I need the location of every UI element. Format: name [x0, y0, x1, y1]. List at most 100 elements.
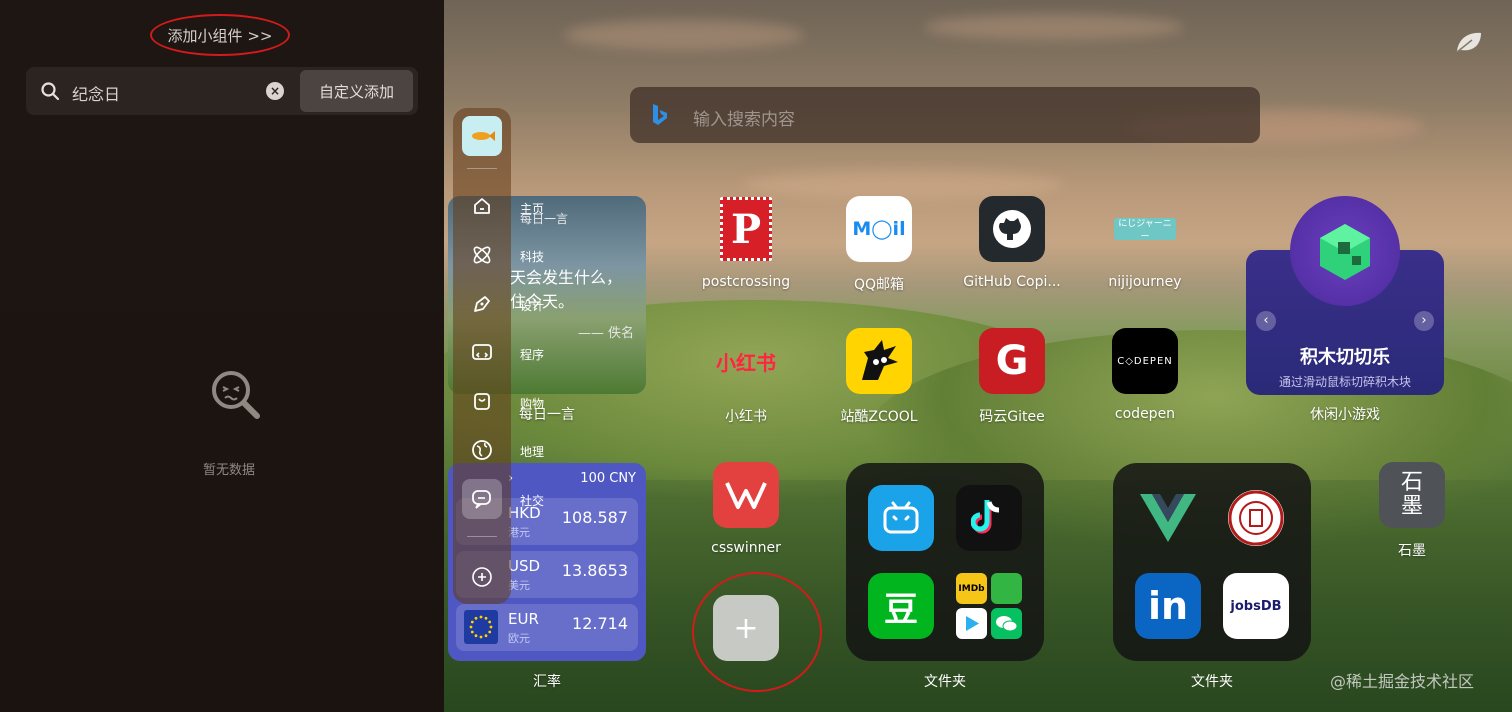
nav-label-design[interactable]: 设计	[520, 297, 544, 314]
eu-flag-icon	[464, 610, 498, 644]
app-label: 小红书	[725, 409, 767, 425]
add-widget-link[interactable]: 添加小组件 >>	[150, 14, 290, 56]
nav-label-tech[interactable]: 科技	[520, 248, 544, 265]
leaf-icon[interactable]	[1454, 29, 1484, 55]
nijijourney-glyph: にじジャーニー	[1114, 218, 1176, 242]
shimo-icon: 石 墨	[1379, 462, 1445, 528]
csswinner-icon	[713, 462, 779, 528]
nav-label-home[interactable]: 主页	[520, 200, 544, 217]
fx-base: 100 CNY	[580, 471, 636, 486]
game-caption: 休闲小游戏	[1290, 404, 1400, 424]
app-label: csswinner	[711, 540, 781, 556]
pen-icon	[474, 296, 490, 312]
nav-item-design[interactable]	[462, 284, 502, 324]
game-title: 积木切切乐	[1300, 347, 1390, 368]
fish-icon	[472, 131, 495, 141]
nav-label-social[interactable]: 社交	[520, 492, 544, 509]
highlight-circle	[692, 572, 822, 692]
avatar[interactable]	[462, 116, 502, 156]
home-icon	[474, 198, 490, 214]
app-label: nijijourney	[1108, 274, 1182, 290]
widget-panel: 添加小组件 >> 纪念日 × 自定义添加 暂无数据	[0, 0, 444, 712]
game-subtitle: 通过滑动鼠标切碎积木块	[1278, 375, 1411, 389]
nijijourney-icon: にじジャーニー	[1112, 196, 1178, 262]
app-csswinner[interactable]: csswinner	[691, 462, 801, 556]
nav-label-geo[interactable]: 地理	[520, 443, 544, 460]
nav-label-code[interactable]: 程序	[520, 346, 544, 363]
widget-search-input[interactable]: 纪念日	[72, 81, 120, 105]
postcrossing-icon: P	[713, 196, 779, 262]
folder-label: 文件夹	[1191, 674, 1233, 690]
zcool-icon	[846, 328, 912, 394]
main-search-bar[interactable]: 输入搜索内容	[630, 87, 1260, 143]
tiktok-icon	[956, 485, 1022, 551]
nav-item-shopping[interactable]	[462, 381, 502, 421]
empty-search-icon	[212, 371, 260, 419]
fx-name: 港元	[508, 526, 530, 539]
imdb-icon: IMDb	[956, 573, 987, 604]
category-nav	[453, 108, 511, 604]
search-icon	[41, 82, 60, 101]
nav-add-button[interactable]	[462, 557, 502, 597]
app-label: 站酷ZCOOL	[840, 409, 918, 425]
iqiyi-icon	[991, 573, 1022, 604]
app-xiaohongshu[interactable]: 小红书 小红书	[691, 328, 801, 426]
fx-header: › 100 CNY	[508, 471, 636, 486]
nav-item-code[interactable]	[462, 333, 502, 373]
quote-author: —— 佚名	[577, 326, 634, 341]
app-github-copilot[interactable]: GitHub Copi...	[957, 196, 1067, 290]
folder-label: 文件夹	[924, 674, 966, 690]
xiaohongshu-icon: 小红书	[716, 350, 776, 375]
nav-item-geo[interactable]	[462, 430, 502, 470]
nav-item-home[interactable]	[462, 186, 502, 226]
folder-dev[interactable]: in jobsDB	[1113, 463, 1311, 661]
tencent-video-icon	[956, 608, 987, 639]
cube-icon	[1290, 196, 1400, 306]
highlight-circle	[150, 14, 290, 56]
app-label: QQ邮箱	[853, 277, 905, 293]
qqmail-icon: M◯il	[846, 196, 912, 262]
nav-label-shopping[interactable]: 购物	[520, 395, 544, 412]
fx-label: 汇率	[533, 674, 561, 690]
game-next-button[interactable]: ›	[1414, 311, 1434, 331]
plus-circle-icon	[472, 567, 492, 587]
bilibili-icon	[868, 485, 934, 551]
linkedin-icon: in	[1135, 573, 1201, 639]
custom-add-button[interactable]: 自定义添加	[300, 70, 413, 112]
codepen-icon: C◇DEPEN	[1112, 328, 1178, 394]
bing-icon[interactable]	[650, 103, 670, 127]
fx-code: EUR	[508, 610, 539, 628]
nav-item-tech[interactable]	[462, 235, 502, 275]
fx-row-eur: EUR 欧元 12.714	[456, 604, 638, 651]
fx-name: 美元	[508, 579, 530, 592]
app-label: GitHub Copi...	[963, 274, 1061, 290]
nav-item-social[interactable]	[462, 479, 502, 519]
clear-icon[interactable]: ×	[266, 82, 284, 100]
app-codepen[interactable]: C◇DEPEN codepen	[1090, 328, 1200, 422]
app-shimo[interactable]: 石 墨 石墨	[1357, 462, 1467, 560]
bag-icon	[474, 393, 490, 410]
app-label: postcrossing	[701, 274, 791, 290]
fx-value: 108.587	[561, 508, 628, 527]
app-postcrossing[interactable]: P postcrossing	[691, 196, 801, 290]
chat-icon	[472, 490, 491, 509]
folder-mini-grid: IMDb	[956, 573, 1022, 639]
app-zcool[interactable]: 站酷ZCOOL	[824, 328, 934, 426]
app-label: codepen	[1114, 406, 1176, 422]
widget-search-box: 纪念日 × 自定义添加	[26, 67, 418, 115]
quote-line-1: 天会发生什么，	[510, 268, 623, 287]
search-input[interactable]: 输入搜索内容	[693, 105, 795, 130]
app-qqmail[interactable]: M◯il QQ邮箱	[824, 196, 934, 294]
wechat-icon	[991, 608, 1022, 639]
globe-icon	[472, 440, 492, 460]
github-icon	[979, 196, 1045, 262]
app-nijijourney[interactable]: にじジャーニー nijijourney	[1090, 196, 1200, 290]
cornell-icon	[1223, 485, 1289, 551]
folder-media[interactable]: 豆 IMDb	[846, 463, 1044, 661]
fx-name: 欧元	[508, 632, 530, 645]
atom-icon	[473, 246, 491, 264]
app-label: 石墨	[1398, 543, 1426, 559]
app-gitee[interactable]: G 码云Gitee	[957, 328, 1067, 426]
vue-icon	[1135, 485, 1201, 551]
game-prev-button[interactable]: ‹	[1256, 311, 1276, 331]
